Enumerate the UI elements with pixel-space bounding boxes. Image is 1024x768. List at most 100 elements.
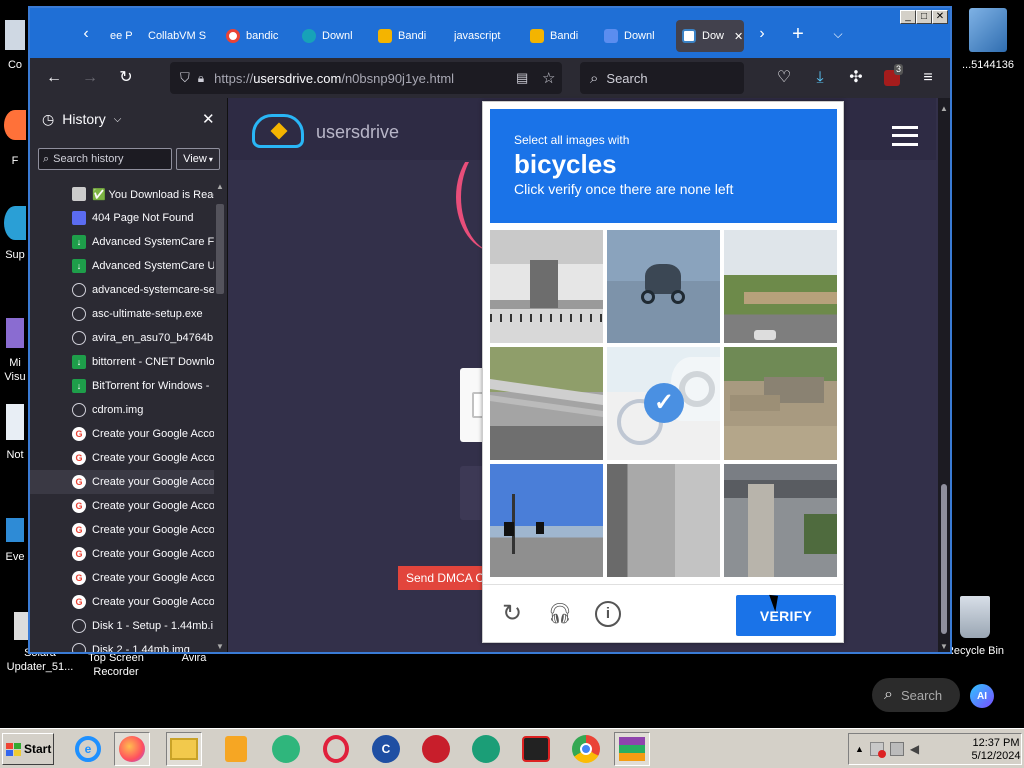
view-button[interactable]: View ▾ <box>176 148 220 170</box>
downloads-icon[interactable]: ⤓ <box>808 66 832 90</box>
tab-active[interactable]: Dow ✕ <box>676 20 744 52</box>
lock-icon[interactable]: 🔒︎ <box>198 71 204 86</box>
history-item[interactable]: ↓ BitTorrent for Windows - <box>30 374 214 398</box>
history-item[interactable]: G Create your Google Acco <box>30 542 214 566</box>
chevron-up-icon[interactable]: ▲ <box>855 744 864 754</box>
taskbar-opera[interactable] <box>318 732 354 766</box>
ublock-icon[interactable]: 3 <box>880 64 904 90</box>
desktop-search-box[interactable]: ⌕ Search <box>872 678 960 712</box>
history-item[interactable]: avira_en_asu70_b4764b <box>30 326 214 350</box>
taskbar-app-10[interactable] <box>518 732 554 766</box>
page-scrollbar[interactable]: ▲ ▼ <box>938 98 950 652</box>
reader-view-icon[interactable]: ▤ <box>516 70 528 86</box>
desktop-icon-sup[interactable]: Sup <box>0 206 30 262</box>
start-button[interactable]: Start <box>2 733 54 765</box>
tab-5[interactable]: javascript <box>454 20 518 52</box>
site-menu-icon[interactable] <box>892 126 918 146</box>
verify-button[interactable]: VERIFY <box>736 595 836 636</box>
desktop-icon-topscreen[interactable]: Top Screen Recorder <box>78 651 154 679</box>
usersdrive-logo-icon[interactable] <box>252 114 304 148</box>
history-item[interactable]: asc-ultimate-setup.exe <box>30 302 214 326</box>
captcha-tile-7[interactable] <box>607 464 720 577</box>
scroll-down-icon[interactable]: ▼ <box>216 642 224 652</box>
tab-2[interactable]: bandic <box>226 20 290 52</box>
network-blocked-icon[interactable] <box>869 742 886 758</box>
captcha-tile-1[interactable] <box>607 230 720 343</box>
tab-6[interactable]: Bandi <box>530 20 594 52</box>
pocket-icon[interactable]: ♡ <box>772 66 796 90</box>
history-item[interactable]: G Create your Google Acco <box>30 518 214 542</box>
sidebar-scroll-thumb[interactable] <box>216 204 224 294</box>
taskbar-app-9[interactable] <box>468 732 504 766</box>
history-item[interactable]: 404 Page Not Found <box>30 206 214 230</box>
scroll-up-icon[interactable]: ▲ <box>940 104 948 113</box>
close-tab-icon[interactable]: ✕ <box>734 30 743 43</box>
taskbar-app-8[interactable] <box>418 732 454 766</box>
minimize-button[interactable]: _ <box>900 10 916 24</box>
history-item[interactable]: Disk 2 - 1.44mb.img <box>30 638 214 652</box>
captcha-tile-8[interactable] <box>724 464 837 577</box>
desktop-icon-event[interactable]: Eve <box>0 518 30 564</box>
close-window-button[interactable]: ✕ <box>932 10 948 24</box>
tab-7[interactable]: Downl <box>604 20 668 52</box>
taskbar-app-5[interactable] <box>268 732 304 766</box>
search-bar[interactable]: ⌕ Search <box>580 62 744 94</box>
taskbar-media[interactable] <box>218 732 254 766</box>
sidebar-header[interactable]: ◷ History ⌵ ✕ <box>30 98 227 140</box>
reload-button[interactable]: ↻ <box>114 66 138 90</box>
history-item[interactable]: ↓ bittorrent - CNET Downlo <box>30 350 214 374</box>
page-scroll-thumb[interactable] <box>941 484 947 634</box>
taskbar-app-7[interactable]: C <box>368 732 404 766</box>
history-item[interactable]: G Create your Google Acco <box>30 446 214 470</box>
desktop-icon-visual[interactable]: Mi Visu <box>0 318 30 384</box>
clock[interactable]: 12:37 PM 5/12/2024 <box>971 737 1021 763</box>
captcha-tile-6[interactable] <box>490 464 603 577</box>
history-item[interactable]: G Create your Google Acco <box>30 422 214 446</box>
history-item[interactable]: G Create your Google Acco <box>30 590 214 614</box>
taskbar-app-12[interactable] <box>614 732 650 766</box>
network-icon[interactable] <box>889 742 904 756</box>
url-bar[interactable]: ⛉ 🔒︎ https://usersdrive.com/n0bsnp90j1ye… <box>170 62 562 94</box>
history-search-input[interactable]: ⌕ Search history <box>38 148 172 170</box>
tab-1[interactable]: CollabVM S <box>148 20 218 52</box>
captcha-tile-0[interactable] <box>490 230 603 343</box>
captcha-tile-2[interactable] <box>724 230 837 343</box>
copilot-button[interactable]: AI <box>962 680 1002 712</box>
scroll-up-icon[interactable]: ▲ <box>216 182 224 192</box>
reload-challenge-icon[interactable]: ↻ <box>499 601 525 627</box>
maximize-button[interactable]: □ <box>916 10 932 24</box>
tab-scroll-left-button[interactable]: ‹ <box>74 22 98 46</box>
desktop-icon-top-right[interactable]: ...5144136 <box>952 8 1024 72</box>
desktop-icon-computer[interactable]: Co <box>0 20 30 72</box>
volume-muted-icon[interactable]: ◀ <box>910 742 924 756</box>
taskbar-ie[interactable]: e <box>70 732 106 766</box>
history-item[interactable]: Disk 1 - Setup - 1.44mb.i <box>30 614 214 638</box>
sidebar-scrollbar[interactable]: ▲ ▼ <box>214 182 226 652</box>
menu-icon[interactable]: ≡ <box>916 66 940 90</box>
list-all-tabs-button[interactable]: ⌵ <box>826 22 850 46</box>
close-sidebar-icon[interactable]: ✕ <box>202 110 215 128</box>
captcha-tile-5[interactable] <box>724 347 837 460</box>
bookmark-star-icon[interactable]: ☆ <box>542 69 555 87</box>
site-brand[interactable]: usersdrive <box>316 122 399 143</box>
tab-4[interactable]: Bandi <box>378 20 442 52</box>
history-item[interactable]: cdrom.img <box>30 398 214 422</box>
tab-scroll-right-button[interactable]: › <box>750 22 774 46</box>
extensions-icon[interactable]: ✣ <box>844 66 868 90</box>
history-item[interactable]: advanced-systemcare-se <box>30 278 214 302</box>
history-item[interactable]: G Create your Google Acco <box>30 566 214 590</box>
info-icon[interactable]: i <box>595 601 621 627</box>
taskbar-firefox[interactable] <box>114 732 150 766</box>
captcha-tile-3[interactable] <box>490 347 603 460</box>
history-item[interactable]: ↓ Advanced SystemCare Fr <box>30 230 214 254</box>
desktop-icon-firefox[interactable]: F <box>0 110 30 168</box>
forward-button[interactable]: → <box>78 66 102 90</box>
history-item[interactable]: ✅ You Download is Read <box>30 182 214 206</box>
back-button[interactable]: ← <box>42 66 66 90</box>
tab-3[interactable]: Downl <box>302 20 366 52</box>
history-item[interactable]: ↓ Advanced SystemCare Ul <box>30 254 214 278</box>
captcha-tile-4[interactable]: ✓ <box>607 347 720 460</box>
desktop-icon-notepad[interactable]: Not <box>0 404 30 462</box>
history-item[interactable]: G Create your Google Acco <box>30 494 214 518</box>
scroll-down-icon[interactable]: ▼ <box>940 642 948 651</box>
